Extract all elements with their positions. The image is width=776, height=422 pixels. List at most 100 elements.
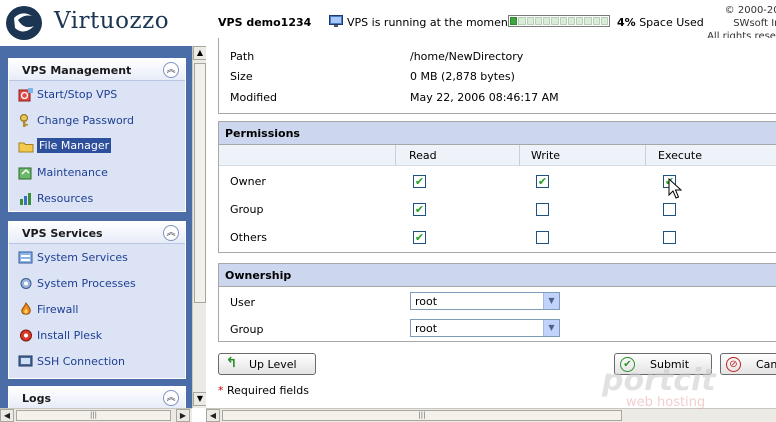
property-key: Path (230, 50, 255, 63)
group-select-value: root (415, 322, 438, 335)
checkbox-others-read[interactable] (413, 231, 426, 244)
sidebar-item-maintenance[interactable]: Maintenance (9, 159, 185, 185)
permission-row-label: Owner (230, 175, 266, 188)
sidebar-group-title: VPS Services (22, 227, 103, 240)
column-header-read: Read (409, 149, 437, 162)
vps-status-text: VPS is running at the moment (347, 16, 513, 29)
permissions-title: Permissions (225, 127, 300, 140)
firewall-icon (18, 301, 34, 317)
progress-segment (600, 17, 608, 25)
group-select[interactable]: root ▼ (410, 319, 560, 337)
permission-row-owner: Owner (219, 175, 776, 195)
required-fields-note: * Required fields (218, 384, 309, 397)
monitor-icon (329, 15, 343, 27)
chevron-down-icon[interactable]: ▼ (543, 293, 559, 309)
power-icon (18, 87, 34, 102)
services-icon (18, 250, 34, 265)
ownership-row-user: User root ▼ (219, 292, 776, 314)
processes-icon (18, 276, 34, 291)
scrollbar-thumb[interactable] (194, 63, 206, 303)
checkbox-owner-read[interactable] (413, 175, 426, 188)
ownership-user-label: User (230, 296, 256, 309)
resources-icon (18, 191, 34, 206)
scroll-left-icon[interactable]: ◀ (0, 409, 14, 422)
permissions-panel: Permissions Read Write Execute Owner Gro… (218, 121, 776, 253)
up-level-button[interactable]: ↰ Up Level (218, 353, 316, 375)
column-header-execute: Execute (658, 149, 702, 162)
folder-icon (18, 139, 34, 154)
sidebar-item-change-password[interactable]: Change Password (9, 107, 185, 133)
sidebar-item-resources[interactable]: Resources (9, 185, 185, 211)
permission-row-label: Others (230, 231, 267, 244)
progress-segment (534, 17, 542, 25)
virtuozzo-logo-icon (6, 6, 42, 40)
property-key: Size (230, 70, 253, 83)
scroll-down-icon[interactable]: ▼ (193, 392, 207, 406)
sidebar-item-system-services[interactable]: System Services (9, 244, 185, 270)
sidebar-item-start-stop-vps[interactable]: Start/Stop VPS (9, 81, 185, 107)
collapse-up-icon[interactable]: ︽ (163, 225, 179, 241)
scroll-right-icon[interactable]: ▶ (176, 409, 190, 422)
main-horizontal-scrollbar[interactable]: ◀ ||| (206, 408, 776, 422)
scrollbar-thumb[interactable]: ||| (16, 410, 171, 421)
permissions-column-headers: Read Write Execute (219, 145, 776, 166)
key-icon (18, 113, 34, 128)
sidebar-item-label: Change Password (37, 114, 134, 127)
vps-name: VPS demo1234 (218, 16, 312, 29)
sidebar-group-header[interactable]: VPS Management ︽ (9, 59, 185, 81)
ownership-panel: Ownership User root ▼ Group root ▼ (218, 263, 776, 342)
collapse-up-icon[interactable]: ︽ (163, 390, 179, 406)
user-select[interactable]: root ▼ (410, 292, 560, 310)
checkbox-others-execute[interactable] (663, 231, 676, 244)
maintenance-icon (18, 165, 34, 180)
progress-segment (559, 17, 567, 25)
chevron-down-icon[interactable]: ▼ (543, 320, 559, 336)
ssh-icon (18, 354, 34, 369)
mouse-cursor-icon (668, 178, 682, 199)
progress-segment (526, 17, 534, 25)
progress-segment (510, 17, 518, 25)
ownership-group-label: Group (230, 323, 264, 336)
permission-row-label: Group (230, 203, 264, 216)
copyright-line: © 2000-200 (724, 5, 776, 16)
progress-segment (518, 17, 526, 25)
cancel-label: Can (756, 358, 776, 371)
checkbox-group-write[interactable] (536, 203, 549, 216)
progress-segment (551, 17, 559, 25)
sidebar-item-label: System Processes (37, 277, 136, 290)
checkbox-group-read[interactable] (413, 203, 426, 216)
collapse-up-icon[interactable]: ︽ (163, 62, 179, 78)
sidebar-item-install-plesk[interactable]: Install Plesk (9, 322, 185, 348)
sidebar-item-firewall[interactable]: Firewall (9, 296, 185, 322)
sidebar-group-header[interactable]: VPS Services ︽ (9, 222, 185, 244)
watermark-line2: web hosting (626, 395, 705, 410)
column-header-write: Write (531, 149, 561, 162)
sidebar-vertical-scrollbar[interactable]: ▲ ▼ (192, 46, 207, 408)
disk-space-label: Space Used (639, 16, 704, 29)
ownership-title: Ownership (225, 269, 292, 282)
property-key: Modified (230, 91, 277, 104)
sidebar-item-file-manager[interactable]: File Manager (9, 133, 185, 159)
checkbox-group-execute[interactable] (663, 203, 676, 216)
sidebar-item-system-processes[interactable]: System Processes (9, 270, 185, 296)
sidebar-group-header[interactable]: Logs ︽ (9, 387, 185, 408)
brand-name: Virtuozzo (54, 8, 170, 34)
checkbox-others-write[interactable] (536, 231, 549, 244)
progress-segment (592, 17, 600, 25)
property-value: 0 MB (2,878 bytes) (410, 70, 515, 83)
portcit-watermark-logo: portcit web hosting (601, 363, 717, 410)
scroll-up-icon[interactable]: ▲ (193, 46, 207, 60)
properties-panel: Path /home/NewDirectory Size 0 MB (2,878… (218, 38, 776, 114)
sidebar-item-label: System Services (37, 251, 128, 264)
checkbox-owner-write[interactable] (536, 175, 549, 188)
up-level-label: Up Level (249, 358, 297, 371)
permission-row-others: Others (219, 231, 776, 251)
property-value: May 22, 2006 08:46:17 AM (410, 91, 559, 104)
sidebar-item-ssh-connection[interactable]: SSH Connection (9, 348, 185, 374)
progress-segment (543, 17, 551, 25)
disk-space-percent: 4% (617, 16, 636, 29)
sidebar-group-title: VPS Management (22, 64, 132, 77)
scroll-left-icon[interactable]: ◀ (206, 409, 220, 422)
sidebar-horizontal-scrollbar[interactable]: ◀ ||| ▶ (0, 408, 192, 422)
scrollbar-thumb[interactable]: ||| (222, 410, 622, 421)
